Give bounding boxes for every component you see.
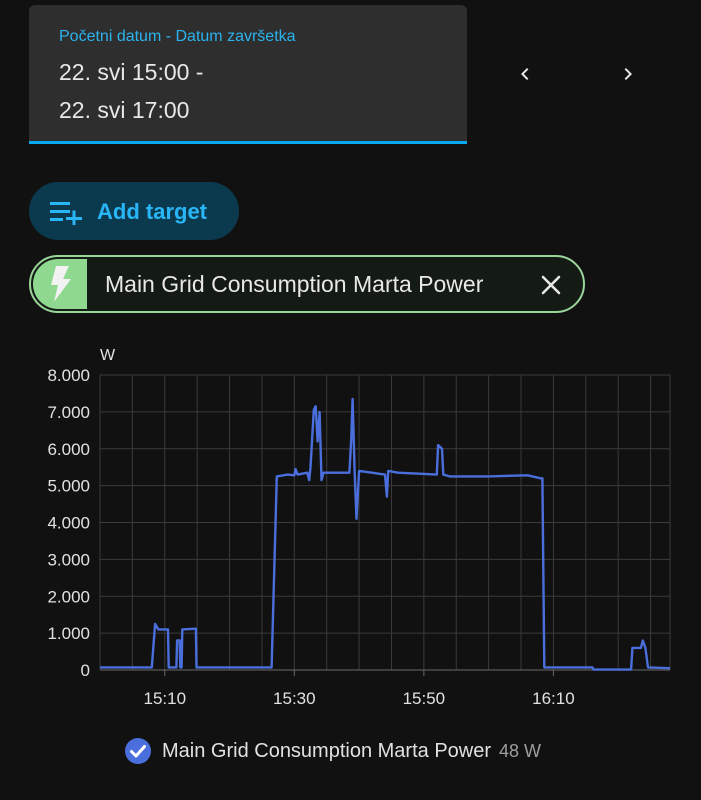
y-tick-label: 7.000 [47,403,90,422]
series-group [100,397,671,671]
target-chip-label: Main Grid Consumption Marta Power [105,271,484,297]
previous-period-button[interactable] [503,52,547,96]
chart-legend[interactable]: Main Grid Consumption Marta Power 48 W [124,736,541,766]
date-range-picker[interactable]: Početni datum - Datum završetka 22. svi … [29,5,467,144]
x-tick-label: 15:10 [143,689,186,708]
y-axis-unit-label: W [100,347,116,364]
chip-icon-container [33,259,87,309]
next-period-button[interactable] [606,52,650,96]
y-tick-label: 0 [81,661,90,680]
legend-series-value: 48 W [499,740,542,761]
checkbox-checked-icon[interactable] [124,737,152,765]
legend-series-name: Main Grid Consumption Marta Power [162,739,492,762]
playlist-plus-icon [50,202,82,225]
x-tick-label: 16:10 [532,689,575,708]
y-tick-label: 3.000 [47,550,90,569]
power-chart: W 0 1.000 2.000 3.000 4.000 5.000 6.000 7.000 8.… [47,347,671,708]
y-tick-label: 8.000 [47,366,90,385]
series-line-main-grid-consumption [100,397,671,671]
y-tick-label: 1.000 [47,624,90,643]
date-range-start: 22. svi 15:00 - [59,59,204,85]
y-tick-label: 5.000 [47,477,90,496]
y-tick-label: 4.000 [47,514,90,533]
x-axis-ticks: 15:10 15:30 15:50 16:10 [143,670,575,708]
y-axis-ticks: 0 1.000 2.000 3.000 4.000 5.000 6.000 7.000 8.00… [47,366,90,680]
chevron-right-icon [624,68,632,80]
add-target-label: Add target [97,199,207,224]
date-range-end: 22. svi 17:00 [59,97,190,123]
date-range-label: Početni datum - Datum završetka [59,28,296,45]
chart-grid [99,374,671,671]
x-tick-label: 15:50 [403,689,446,708]
flash-icon [51,266,71,302]
target-chip[interactable]: Main Grid Consumption Marta Power [29,255,585,313]
x-tick-label: 15:30 [273,689,316,708]
chevron-left-icon [521,68,529,80]
y-tick-label: 6.000 [47,440,90,459]
add-target-button[interactable]: Add target [29,182,239,240]
y-tick-label: 2.000 [47,587,90,606]
close-icon[interactable] [537,271,565,299]
